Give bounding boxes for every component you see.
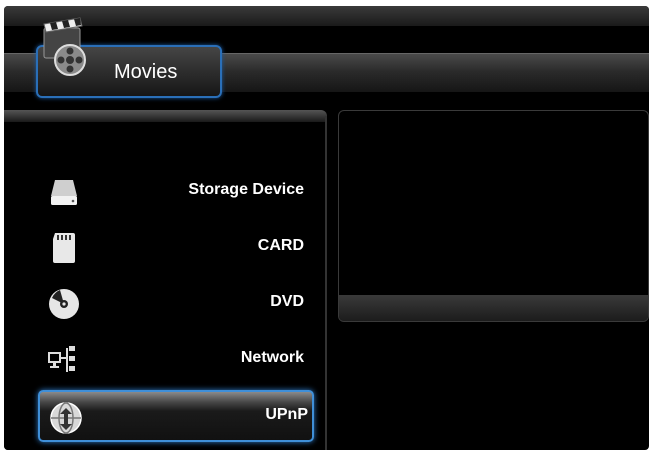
dvd-disc-icon xyxy=(49,289,79,319)
preview-panel-footer xyxy=(339,295,648,321)
menu-item-dvd[interactable]: DVD xyxy=(38,278,310,328)
sd-card-icon xyxy=(53,233,75,263)
menu-item-label: Storage Device xyxy=(188,181,304,198)
top-band xyxy=(4,6,649,26)
menu-item-label: Network xyxy=(240,349,304,366)
clapperboard-film-reel-icon xyxy=(43,17,86,76)
network-icon xyxy=(48,346,75,372)
menu-item-network[interactable]: Network xyxy=(38,334,310,384)
menu-item-label: DVD xyxy=(270,293,304,310)
page-title: Movies xyxy=(114,61,178,83)
menu-item-upnp[interactable]: UPnP xyxy=(38,390,314,442)
panel-edge xyxy=(325,116,327,450)
menu-item-label: CARD xyxy=(257,237,304,254)
menu-item-label: UPnP xyxy=(265,406,308,423)
upnp-globe-icon xyxy=(50,402,82,434)
panel-header-strip xyxy=(4,110,327,122)
media-player-screen: Movies Storage Device CARD DVD Network U… xyxy=(4,6,649,450)
source-menu-panel: Storage Device CARD DVD Network UPnP xyxy=(4,110,327,450)
preview-panel xyxy=(338,110,649,322)
storage-device-icon xyxy=(51,180,77,205)
menu-item-storage-device[interactable]: Storage Device xyxy=(38,166,310,216)
menu-item-card[interactable]: CARD xyxy=(38,222,310,272)
